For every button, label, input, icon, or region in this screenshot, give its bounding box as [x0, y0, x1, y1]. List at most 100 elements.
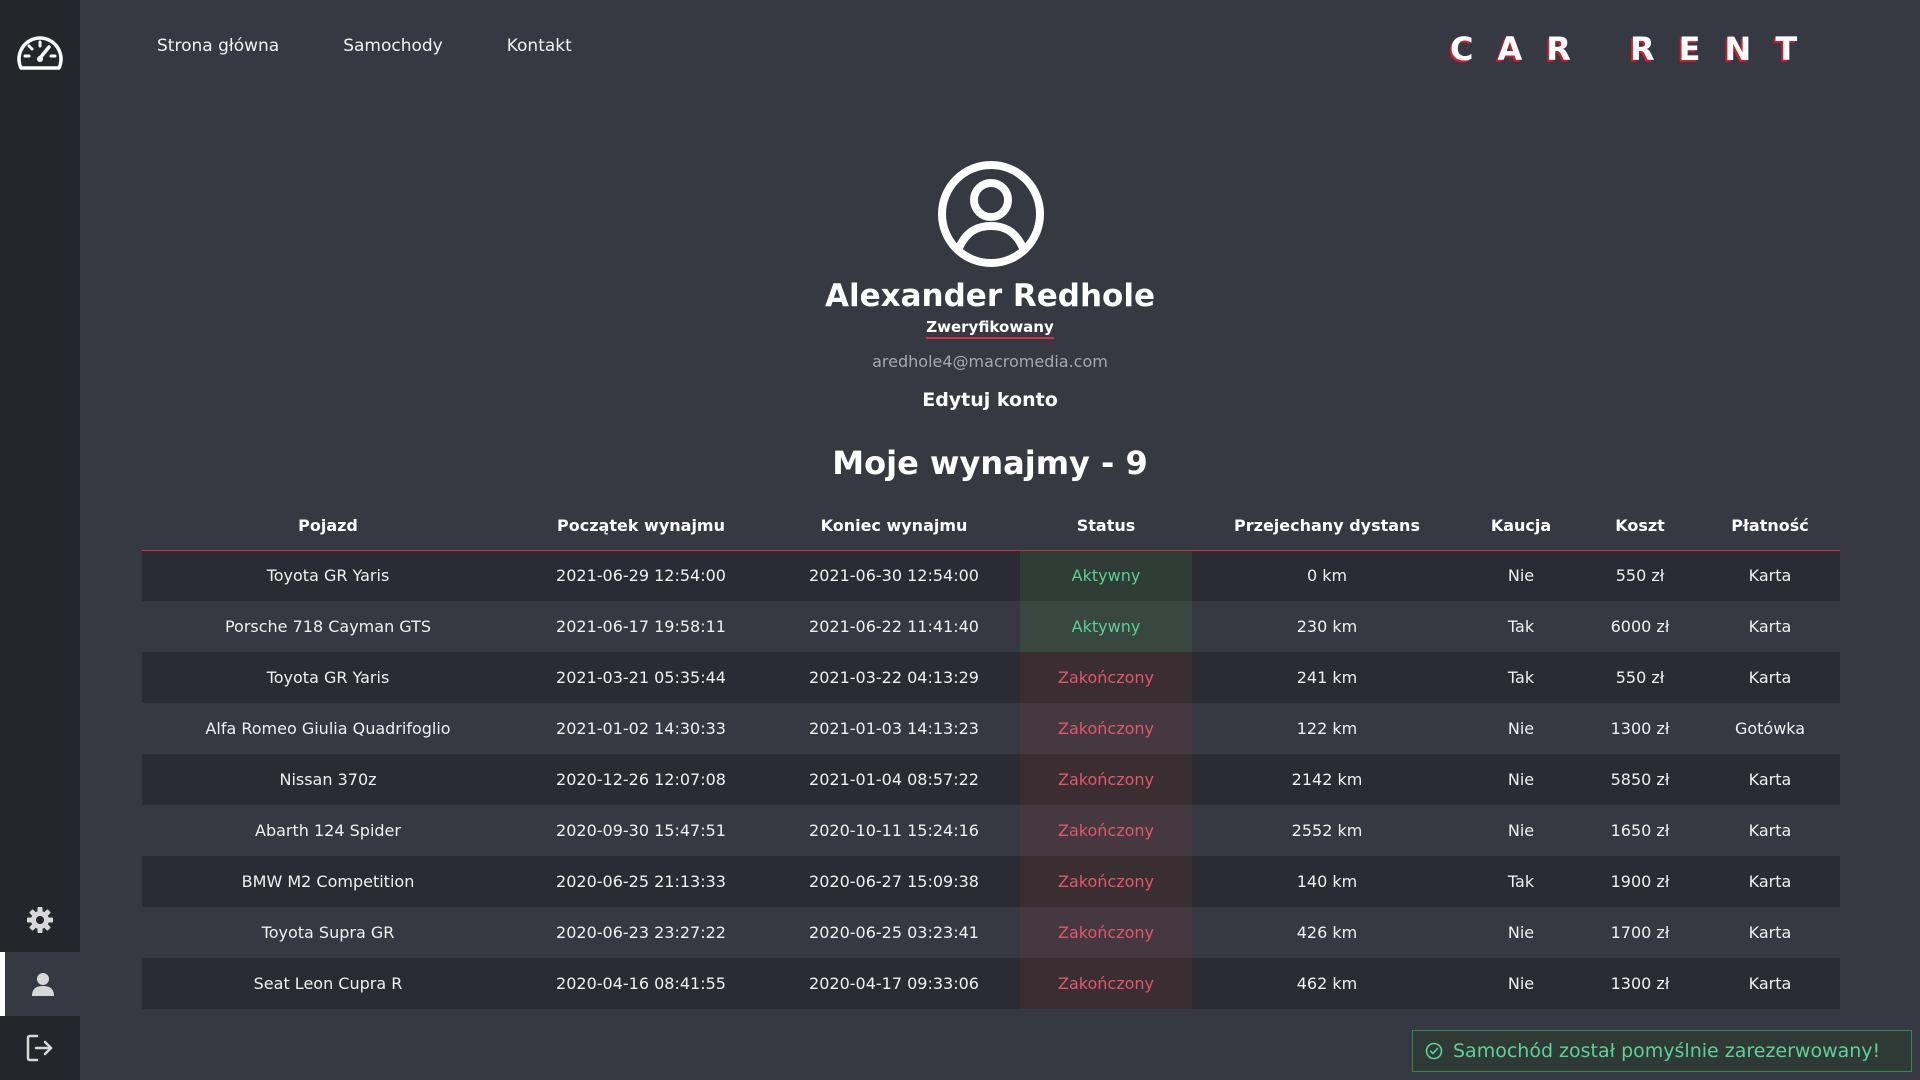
cell-start: 2021-01-02 14:30:33 — [514, 703, 768, 754]
table-row[interactable]: Alfa Romeo Giulia Quadrifoglio 2021-01-02… — [142, 703, 1840, 754]
cell-start: 2021-03-21 05:35:44 — [514, 652, 768, 703]
cell-payment: Karta — [1700, 856, 1840, 907]
profile-button[interactable] — [0, 952, 80, 1016]
cell-distance: 2552 km — [1192, 805, 1462, 856]
cell-deposit: Nie — [1462, 754, 1580, 805]
cell-status: Zakończony — [1020, 703, 1192, 754]
column-header[interactable]: Przejechany dystans — [1192, 502, 1462, 551]
cell-end: 2020-10-11 15:24:16 — [768, 805, 1020, 856]
cell-start: 2020-09-30 15:47:51 — [514, 805, 768, 856]
cell-cost: 1300 zł — [1580, 958, 1700, 1009]
cell-payment: Karta — [1700, 652, 1840, 703]
cell-cost: 550 zł — [1580, 652, 1700, 703]
cell-status: Zakończony — [1020, 652, 1192, 703]
settings-button[interactable] — [0, 888, 80, 952]
cell-status: Zakończony — [1020, 754, 1192, 805]
cell-cost: 1900 zł — [1580, 856, 1700, 907]
success-toast[interactable]: Samochód został pomyślnie zarezerwowany! — [1412, 1030, 1912, 1072]
cell-start: 2020-12-26 12:07:08 — [514, 754, 768, 805]
cell-cost: 1650 zł — [1580, 805, 1700, 856]
top-nav: Strona główna Samochody Kontakt — [157, 36, 572, 62]
user-icon — [31, 973, 54, 996]
column-header[interactable]: Kaucja — [1462, 502, 1580, 551]
cell-vehicle: Nissan 370z — [142, 754, 514, 805]
table-row[interactable]: Nissan 370z 2020-12-26 12:07:08 2021-01-04… — [142, 754, 1840, 805]
cell-start: 2021-06-29 12:54:00 — [514, 550, 768, 601]
table-row[interactable]: Toyota GR Yaris 2021-03-21 05:35:44 2021-0… — [142, 652, 1840, 703]
cell-deposit: Nie — [1462, 907, 1580, 958]
cell-status: Aktywny — [1020, 601, 1192, 652]
cell-deposit: Nie — [1462, 703, 1580, 754]
logout-button[interactable] — [0, 1016, 80, 1080]
verified-badge: Zweryfikowany — [926, 318, 1054, 339]
cell-end: 2021-03-22 04:13:29 — [768, 652, 1020, 703]
table-row[interactable]: Toyota GR Yaris 2021-06-29 12:54:00 2021-0… — [142, 550, 1840, 601]
column-header[interactable]: Koniec wynajmu — [768, 502, 1020, 551]
sidebar — [0, 0, 80, 1080]
verified-badge-wrap: Zweryfikowany — [0, 317, 1920, 339]
table-header-row: Pojazd Początek wynajmu Koniec wynajmu S… — [142, 502, 1840, 551]
cell-distance: 140 km — [1192, 856, 1462, 907]
nav-cars-link[interactable]: Samochody — [343, 36, 443, 62]
column-header[interactable]: Status — [1020, 502, 1192, 551]
user-name: Alexander Redhole — [824, 278, 1156, 314]
rentals-table: Pojazd Początek wynajmu Koniec wynajmu S… — [142, 502, 1840, 1009]
cell-distance: 0 km — [1192, 550, 1462, 601]
cell-deposit: Tak — [1462, 601, 1580, 652]
cell-vehicle: Toyota GR Yaris — [142, 652, 514, 703]
table-row[interactable]: Abarth 124 Spider 2020-09-30 15:47:51 2020… — [142, 805, 1840, 856]
cell-cost: 1300 zł — [1580, 703, 1700, 754]
cell-cost: 550 zł — [1580, 550, 1700, 601]
cell-vehicle: Toyota GR Yaris — [142, 550, 514, 601]
nav-home-link[interactable]: Strona główna — [157, 36, 279, 62]
column-header[interactable]: Koszt — [1580, 502, 1700, 551]
cell-start: 2020-04-16 08:41:55 — [514, 958, 768, 1009]
column-header[interactable]: Płatność — [1700, 502, 1840, 551]
table-row[interactable]: Porsche 718 Cayman GTS 2021-06-17 19:58:1… — [142, 601, 1840, 652]
dashboard-button[interactable] — [0, 22, 80, 86]
rentals-body: Toyota GR Yaris 2021-06-29 12:54:00 2021-0… — [142, 550, 1840, 1009]
cell-start: 2021-06-17 19:58:11 — [514, 601, 768, 652]
cell-status: Zakończony — [1020, 907, 1192, 958]
column-header[interactable]: Pojazd — [142, 502, 514, 551]
cell-end: 2020-06-27 15:09:38 — [768, 856, 1020, 907]
cell-deposit: Nie — [1462, 805, 1580, 856]
cell-payment: Karta — [1700, 754, 1840, 805]
cell-cost: 5850 zł — [1580, 754, 1700, 805]
cell-status: Zakończony — [1020, 805, 1192, 856]
cell-start: 2020-06-25 21:13:33 — [514, 856, 768, 907]
cell-distance: 230 km — [1192, 601, 1462, 652]
cell-vehicle: Alfa Romeo Giulia Quadrifoglio — [142, 703, 514, 754]
cell-end: 2020-06-25 03:23:41 — [768, 907, 1020, 958]
edit-account-wrap: Edytuj konto — [0, 389, 1920, 411]
cell-payment: Karta — [1700, 958, 1840, 1009]
table-row[interactable]: Toyota Supra GR 2020-06-23 23:27:22 2020-0… — [142, 907, 1840, 958]
cell-payment: Karta — [1700, 907, 1840, 958]
cell-distance: 241 km — [1192, 652, 1462, 703]
cell-vehicle: BMW M2 Competition — [142, 856, 514, 907]
gear-icon — [27, 907, 53, 933]
table-row[interactable]: Seat Leon Cupra R 2020-04-16 08:41:55 2020… — [142, 958, 1840, 1009]
cell-payment: Karta — [1700, 601, 1840, 652]
cell-vehicle: Abarth 124 Spider — [142, 805, 514, 856]
check-circle-icon — [1425, 1042, 1443, 1060]
cell-end: 2021-06-30 12:54:00 — [768, 550, 1020, 601]
cell-payment: Gotówka — [1700, 703, 1840, 754]
table-row[interactable]: BMW M2 Competition 2020-06-25 21:13:33 202… — [142, 856, 1840, 907]
cell-deposit: Tak — [1462, 652, 1580, 703]
cell-distance: 426 km — [1192, 907, 1462, 958]
cell-end: 2020-04-17 09:33:06 — [768, 958, 1020, 1009]
cell-cost: 1700 zł — [1580, 907, 1700, 958]
cell-start: 2020-06-23 23:27:22 — [514, 907, 768, 958]
edit-account-button[interactable]: Edytuj konto — [922, 389, 1058, 411]
cell-payment: Karta — [1700, 550, 1840, 601]
column-header[interactable]: Początek wynajmu — [514, 502, 768, 551]
cell-vehicle: Toyota Supra GR — [142, 907, 514, 958]
cell-cost: 6000 zł — [1580, 601, 1700, 652]
cell-distance: 122 km — [1192, 703, 1462, 754]
cell-end: 2021-06-22 11:41:40 — [768, 601, 1020, 652]
logout-icon — [26, 1034, 53, 1062]
cell-vehicle: Porsche 718 Cayman GTS — [142, 601, 514, 652]
nav-contact-link[interactable]: Kontakt — [507, 36, 572, 62]
brand-logo[interactable]: CAR RENT — [1450, 30, 1821, 68]
